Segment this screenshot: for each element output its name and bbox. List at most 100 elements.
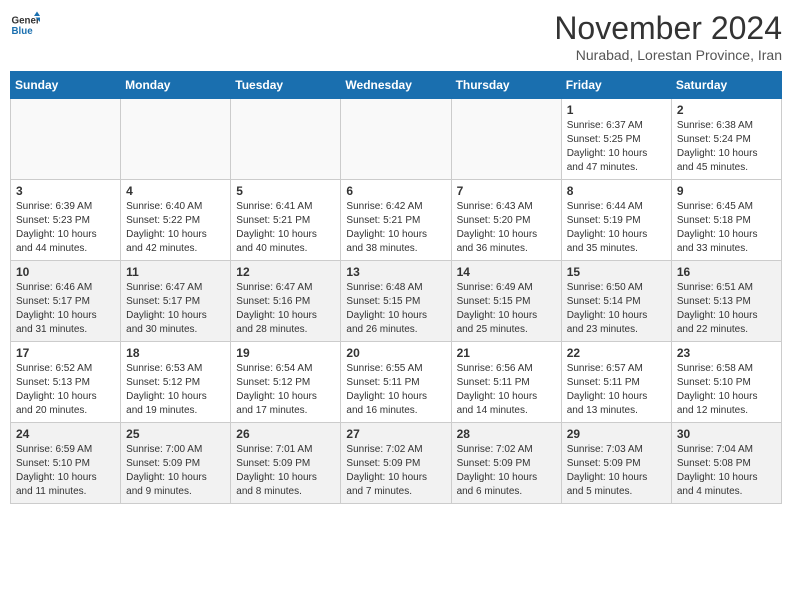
page-header: General Blue November 2024 Nurabad, Lore… — [10, 10, 782, 63]
calendar-table: SundayMondayTuesdayWednesdayThursdayFrid… — [10, 71, 782, 504]
title-block: November 2024 Nurabad, Lorestan Province… — [554, 10, 782, 63]
day-number: 1 — [567, 103, 666, 117]
day-info: Sunrise: 7:02 AM Sunset: 5:09 PM Dayligh… — [457, 443, 556, 499]
day-number: 8 — [567, 184, 666, 198]
day-info: Sunrise: 6:46 AM Sunset: 5:17 PM Dayligh… — [16, 281, 115, 337]
calendar-cell: 22Sunrise: 6:57 AM Sunset: 5:11 PM Dayli… — [561, 342, 671, 423]
day-number: 10 — [16, 265, 115, 279]
calendar-cell: 20 Sunrise: 6:55 AM Sunset: 5:11 PM Dayli… — [341, 342, 451, 423]
calendar-cell: 11Sunrise: 6:47 AM Sunset: 5:17 PM Dayli… — [121, 261, 231, 342]
month-title: November 2024 — [554, 10, 782, 47]
calendar-cell: 27 Sunrise: 7:02 AM Sunset: 5:09 PM Dayli… — [341, 423, 451, 504]
calendar-cell: 1 Sunrise: 6:37 AM Sunset: 5:25 PM Daylig… — [561, 99, 671, 180]
calendar-cell: 12Sunrise: 6:47 AM Sunset: 5:16 PM Dayli… — [231, 261, 341, 342]
day-info: Sunrise: 6:52 AM Sunset: 5:13 PM Dayligh… — [16, 362, 115, 418]
day-info: Sunrise: 7:01 AM Sunset: 5:09 PM Dayligh… — [236, 443, 335, 499]
logo-icon: General Blue — [10, 10, 40, 40]
calendar-cell: 28 Sunrise: 7:02 AM Sunset: 5:09 PM Dayli… — [451, 423, 561, 504]
calendar-week-3: 10 Sunrise: 6:46 AM Sunset: 5:17 PM Dayli… — [11, 261, 782, 342]
day-number: 21 — [457, 346, 556, 360]
day-number: 24 — [16, 427, 115, 441]
day-number: 28 — [457, 427, 556, 441]
day-info: Sunrise: 6:39 AM Sunset: 5:23 PM Dayligh… — [16, 200, 115, 256]
day-info: Sunrise: 6:53 AM Sunset: 5:12 PM Dayligh… — [126, 362, 225, 418]
calendar-cell — [231, 99, 341, 180]
calendar-cell: 10 Sunrise: 6:46 AM Sunset: 5:17 PM Dayli… — [11, 261, 121, 342]
day-info: Sunrise: 6:40 AM Sunset: 5:22 PM Dayligh… — [126, 200, 225, 256]
calendar-cell: 25 Sunrise: 7:00 AM Sunset: 5:09 PM Dayli… — [121, 423, 231, 504]
day-number: 25 — [126, 427, 225, 441]
day-number: 19 — [236, 346, 335, 360]
day-info: Sunrise: 7:02 AM Sunset: 5:09 PM Dayligh… — [346, 443, 445, 499]
day-info: Sunrise: 6:50 AM Sunset: 5:14 PM Dayligh… — [567, 281, 666, 337]
day-info: Sunrise: 6:41 AM Sunset: 5:21 PM Dayligh… — [236, 200, 335, 256]
day-info: Sunrise: 6:47 AM Sunset: 5:17 PM Dayligh… — [126, 281, 225, 337]
svg-text:General: General — [12, 16, 41, 27]
calendar-cell: 7Sunrise: 6:43 AM Sunset: 5:20 PM Daylig… — [451, 180, 561, 261]
day-info: Sunrise: 6:58 AM Sunset: 5:10 PM Dayligh… — [677, 362, 776, 418]
day-number: 30 — [677, 427, 776, 441]
calendar-cell: 21Sunrise: 6:56 AM Sunset: 5:11 PM Dayli… — [451, 342, 561, 423]
day-number: 17 — [16, 346, 115, 360]
weekday-header-tuesday: Tuesday — [231, 72, 341, 99]
day-number: 23 — [677, 346, 776, 360]
svg-text:Blue: Blue — [12, 26, 34, 37]
calendar-cell: 6 Sunrise: 6:42 AM Sunset: 5:21 PM Daylig… — [341, 180, 451, 261]
calendar-cell: 8 Sunrise: 6:44 AM Sunset: 5:19 PM Daylig… — [561, 180, 671, 261]
calendar-week-4: 17 Sunrise: 6:52 AM Sunset: 5:13 PM Dayli… — [11, 342, 782, 423]
day-info: Sunrise: 6:51 AM Sunset: 5:13 PM Dayligh… — [677, 281, 776, 337]
calendar-cell — [341, 99, 451, 180]
calendar-cell: 9Sunrise: 6:45 AM Sunset: 5:18 PM Daylig… — [671, 180, 781, 261]
weekday-header-monday: Monday — [121, 72, 231, 99]
weekday-header-saturday: Saturday — [671, 72, 781, 99]
calendar-cell: 24Sunrise: 6:59 AM Sunset: 5:10 PM Dayli… — [11, 423, 121, 504]
day-number: 3 — [16, 184, 115, 198]
weekday-header-thursday: Thursday — [451, 72, 561, 99]
day-number: 26 — [236, 427, 335, 441]
day-info: Sunrise: 6:49 AM Sunset: 5:15 PM Dayligh… — [457, 281, 556, 337]
calendar-cell: 15 Sunrise: 6:50 AM Sunset: 5:14 PM Dayli… — [561, 261, 671, 342]
calendar-week-5: 24Sunrise: 6:59 AM Sunset: 5:10 PM Dayli… — [11, 423, 782, 504]
calendar-cell: 2 Sunrise: 6:38 AM Sunset: 5:24 PM Daylig… — [671, 99, 781, 180]
calendar-cell: 23 Sunrise: 6:58 AM Sunset: 5:10 PM Dayli… — [671, 342, 781, 423]
day-number: 2 — [677, 103, 776, 117]
day-number: 16 — [677, 265, 776, 279]
day-number: 27 — [346, 427, 445, 441]
day-number: 7 — [457, 184, 556, 198]
day-info: Sunrise: 6:37 AM Sunset: 5:25 PM Dayligh… — [567, 119, 666, 175]
day-number: 9 — [677, 184, 776, 198]
calendar-cell: 26 Sunrise: 7:01 AM Sunset: 5:09 PM Dayli… — [231, 423, 341, 504]
calendar-cell: 16 Sunrise: 6:51 AM Sunset: 5:13 PM Dayli… — [671, 261, 781, 342]
day-info: Sunrise: 6:47 AM Sunset: 5:16 PM Dayligh… — [236, 281, 335, 337]
calendar-cell — [451, 99, 561, 180]
day-number: 18 — [126, 346, 225, 360]
calendar-cell: 13Sunrise: 6:48 AM Sunset: 5:15 PM Dayli… — [341, 261, 451, 342]
day-number: 14 — [457, 265, 556, 279]
day-number: 29 — [567, 427, 666, 441]
day-number: 13 — [346, 265, 445, 279]
weekday-header-wednesday: Wednesday — [341, 72, 451, 99]
day-number: 5 — [236, 184, 335, 198]
day-number: 6 — [346, 184, 445, 198]
calendar-cell: 17 Sunrise: 6:52 AM Sunset: 5:13 PM Dayli… — [11, 342, 121, 423]
day-info: Sunrise: 6:55 AM Sunset: 5:11 PM Dayligh… — [346, 362, 445, 418]
calendar-cell: 19Sunrise: 6:54 AM Sunset: 5:12 PM Dayli… — [231, 342, 341, 423]
calendar-cell: 4Sunrise: 6:40 AM Sunset: 5:22 PM Daylig… — [121, 180, 231, 261]
weekday-header-friday: Friday — [561, 72, 671, 99]
calendar-cell: 14 Sunrise: 6:49 AM Sunset: 5:15 PM Dayli… — [451, 261, 561, 342]
calendar-cell: 3 Sunrise: 6:39 AM Sunset: 5:23 PM Daylig… — [11, 180, 121, 261]
day-info: Sunrise: 6:57 AM Sunset: 5:11 PM Dayligh… — [567, 362, 666, 418]
weekday-header-sunday: Sunday — [11, 72, 121, 99]
day-info: Sunrise: 6:38 AM Sunset: 5:24 PM Dayligh… — [677, 119, 776, 175]
day-info: Sunrise: 7:04 AM Sunset: 5:08 PM Dayligh… — [677, 443, 776, 499]
day-info: Sunrise: 7:00 AM Sunset: 5:09 PM Dayligh… — [126, 443, 225, 499]
day-number: 20 — [346, 346, 445, 360]
calendar-week-2: 3 Sunrise: 6:39 AM Sunset: 5:23 PM Daylig… — [11, 180, 782, 261]
calendar-week-1: 1 Sunrise: 6:37 AM Sunset: 5:25 PM Daylig… — [11, 99, 782, 180]
calendar-cell: 18 Sunrise: 6:53 AM Sunset: 5:12 PM Dayli… — [121, 342, 231, 423]
day-number: 15 — [567, 265, 666, 279]
day-info: Sunrise: 6:42 AM Sunset: 5:21 PM Dayligh… — [346, 200, 445, 256]
logo: General Blue — [10, 10, 40, 40]
calendar-cell: 30 Sunrise: 7:04 AM Sunset: 5:08 PM Dayli… — [671, 423, 781, 504]
day-info: Sunrise: 6:44 AM Sunset: 5:19 PM Dayligh… — [567, 200, 666, 256]
